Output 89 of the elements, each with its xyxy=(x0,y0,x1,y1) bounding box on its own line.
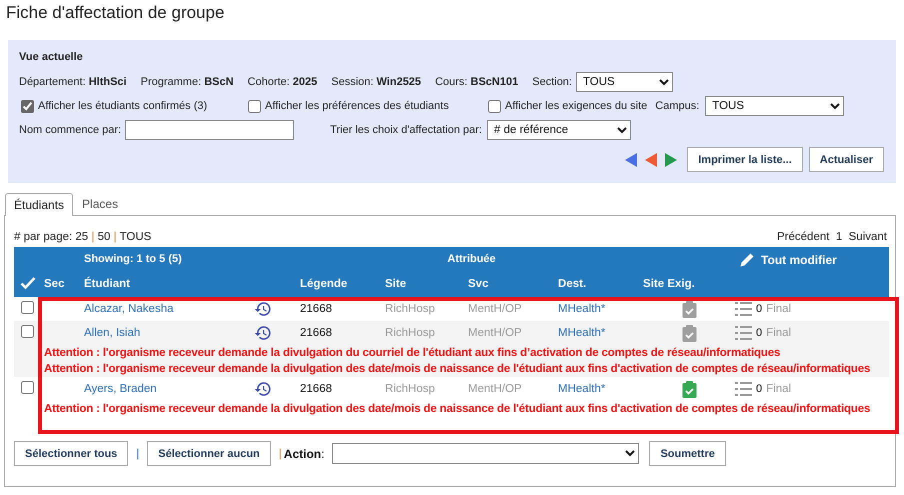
warning-text: Attention : l'organisme receveur demande la divulgation des date/mois de naissance de l'étudiant aux fins d'activation de comptes de réseau/informatiques xyxy=(44,363,870,375)
separator: | xyxy=(91,231,94,243)
separator: | xyxy=(114,231,117,243)
select-none-button[interactable]: Sélectionner aucun xyxy=(147,441,271,466)
list-icon[interactable] xyxy=(735,326,752,340)
tab[interactable]: Places xyxy=(73,193,128,215)
checkbox-option[interactable]: Afficher les préférences des étudiants xyxy=(248,100,488,112)
action-select[interactable] xyxy=(332,443,640,464)
checkbox-option[interactable]: Afficher les exigences du site xyxy=(488,100,648,112)
page-number-link[interactable]: 1 xyxy=(836,231,842,243)
count-text: 0 xyxy=(756,303,762,315)
table-cell: RichHosp xyxy=(385,321,468,345)
list-icon[interactable] xyxy=(735,302,752,316)
student-link[interactable]: Alcazar, Nakesha xyxy=(84,303,174,315)
table-cell: MentH/OP xyxy=(468,297,558,321)
previous-link[interactable]: Précédent xyxy=(777,231,830,243)
column-header: Svc xyxy=(468,278,488,290)
column-header: Étudiant xyxy=(84,278,130,290)
view-fact: Programme: BScN xyxy=(140,76,234,88)
section-select[interactable]: TOUS xyxy=(576,72,673,92)
per-page-label: # par page: xyxy=(14,231,72,243)
table-cell: 21668 xyxy=(300,321,386,345)
table-cell: RichHosp xyxy=(385,297,468,321)
next-link[interactable]: Suivant xyxy=(848,231,887,243)
triangle-left-icon[interactable] xyxy=(643,152,660,168)
history-icon[interactable] xyxy=(254,300,272,318)
campus-select[interactable]: TOUS xyxy=(705,96,844,116)
showing-count: Showing: 1 to 5 (5) xyxy=(84,253,182,265)
triangle-left-icon[interactable] xyxy=(623,152,640,168)
view-fact: Département: HlthSci xyxy=(19,76,127,88)
group-heading: Attribuée xyxy=(447,253,496,265)
checkbox[interactable] xyxy=(488,100,501,112)
table-cell: RichHosp xyxy=(385,377,468,401)
tab[interactable]: Étudiants xyxy=(5,193,74,216)
row-checkbox[interactable] xyxy=(21,325,34,338)
view-fact: Cohorte: 2025 xyxy=(248,76,318,88)
separator: | xyxy=(136,448,140,460)
toolbar-button[interactable]: Actualiser xyxy=(808,147,884,172)
view-fact: Cours: BScN101 xyxy=(435,76,518,88)
warning-text: Attention : l'organisme receveur demande la divulgation des date/mois de naissance de l'étudiant aux fins d'activation de comptes de réseau/informatiques xyxy=(44,403,870,415)
status-text: Final xyxy=(766,327,792,339)
table-cell: 21668 xyxy=(300,377,386,401)
page-size-link[interactable]: 25 xyxy=(75,231,88,243)
student-link[interactable]: Allen, Isiah xyxy=(84,327,140,339)
list-icon[interactable] xyxy=(735,382,752,396)
table-cell: 21668 xyxy=(300,297,386,321)
page-size-link[interactable]: TOUS xyxy=(120,231,152,243)
destination-link[interactable]: MHealth* xyxy=(558,303,606,315)
column-header: Site Exig. xyxy=(643,278,695,290)
panel-heading: Vue actuelle xyxy=(19,51,84,63)
triangle-right-icon[interactable] xyxy=(663,152,680,168)
field-label: Nom commence par: xyxy=(19,124,122,136)
history-icon[interactable] xyxy=(254,324,272,342)
pencil-icon xyxy=(739,252,756,268)
count-text: 0 xyxy=(756,327,762,339)
page-size-link[interactable]: 50 xyxy=(98,231,110,243)
status-text: Final xyxy=(766,383,792,395)
destination-link[interactable]: MHealth* xyxy=(558,383,606,395)
field-label: Action: xyxy=(284,446,324,460)
row-checkbox[interactable] xyxy=(21,381,34,394)
page-title: Fiche d'affectation de groupe xyxy=(5,2,226,24)
status-text: Final xyxy=(766,303,792,315)
select-all-button[interactable]: Sélectionner tous xyxy=(14,441,128,466)
field-label: Section: xyxy=(532,76,572,88)
checkmark-icon[interactable] xyxy=(20,276,36,290)
warning-text: Attention : l'organisme receveur demande la divulgation du courriel de l'étudiant aux fins d’activation de comptes de réseau/informatiques xyxy=(44,347,780,359)
column-header: Site xyxy=(385,278,406,290)
column-header: Sec xyxy=(44,278,64,290)
sort-select[interactable]: # de référence xyxy=(487,120,631,140)
view-fact: Session: Win2525 xyxy=(331,76,422,88)
column-header: Dest. xyxy=(558,278,586,290)
checkbox[interactable] xyxy=(21,100,34,112)
count-text: 0 xyxy=(756,383,762,395)
checkbox-option[interactable]: Afficher les étudiants confirmés (3) xyxy=(21,100,248,112)
field-label: Trier les choix d'affectation par: xyxy=(330,124,482,136)
row-checkbox[interactable] xyxy=(21,301,34,314)
destination-link[interactable]: MHealth* xyxy=(558,327,606,339)
toolbar-button[interactable]: Imprimer la liste... xyxy=(687,147,803,172)
column-header: Légende xyxy=(300,278,348,290)
history-icon[interactable] xyxy=(254,380,272,398)
separator: | xyxy=(278,448,282,460)
checkbox[interactable] xyxy=(248,100,261,112)
field-label: Campus: xyxy=(655,100,700,112)
name-input-field[interactable] xyxy=(125,120,294,140)
table-cell: MentH/OP xyxy=(468,321,558,345)
edit-all-link[interactable]: Tout modifier xyxy=(739,252,837,268)
student-link[interactable]: Ayers, Braden xyxy=(84,383,157,395)
table-cell: MentH/OP xyxy=(468,377,558,401)
submit-button[interactable]: Soumettre xyxy=(649,441,726,466)
